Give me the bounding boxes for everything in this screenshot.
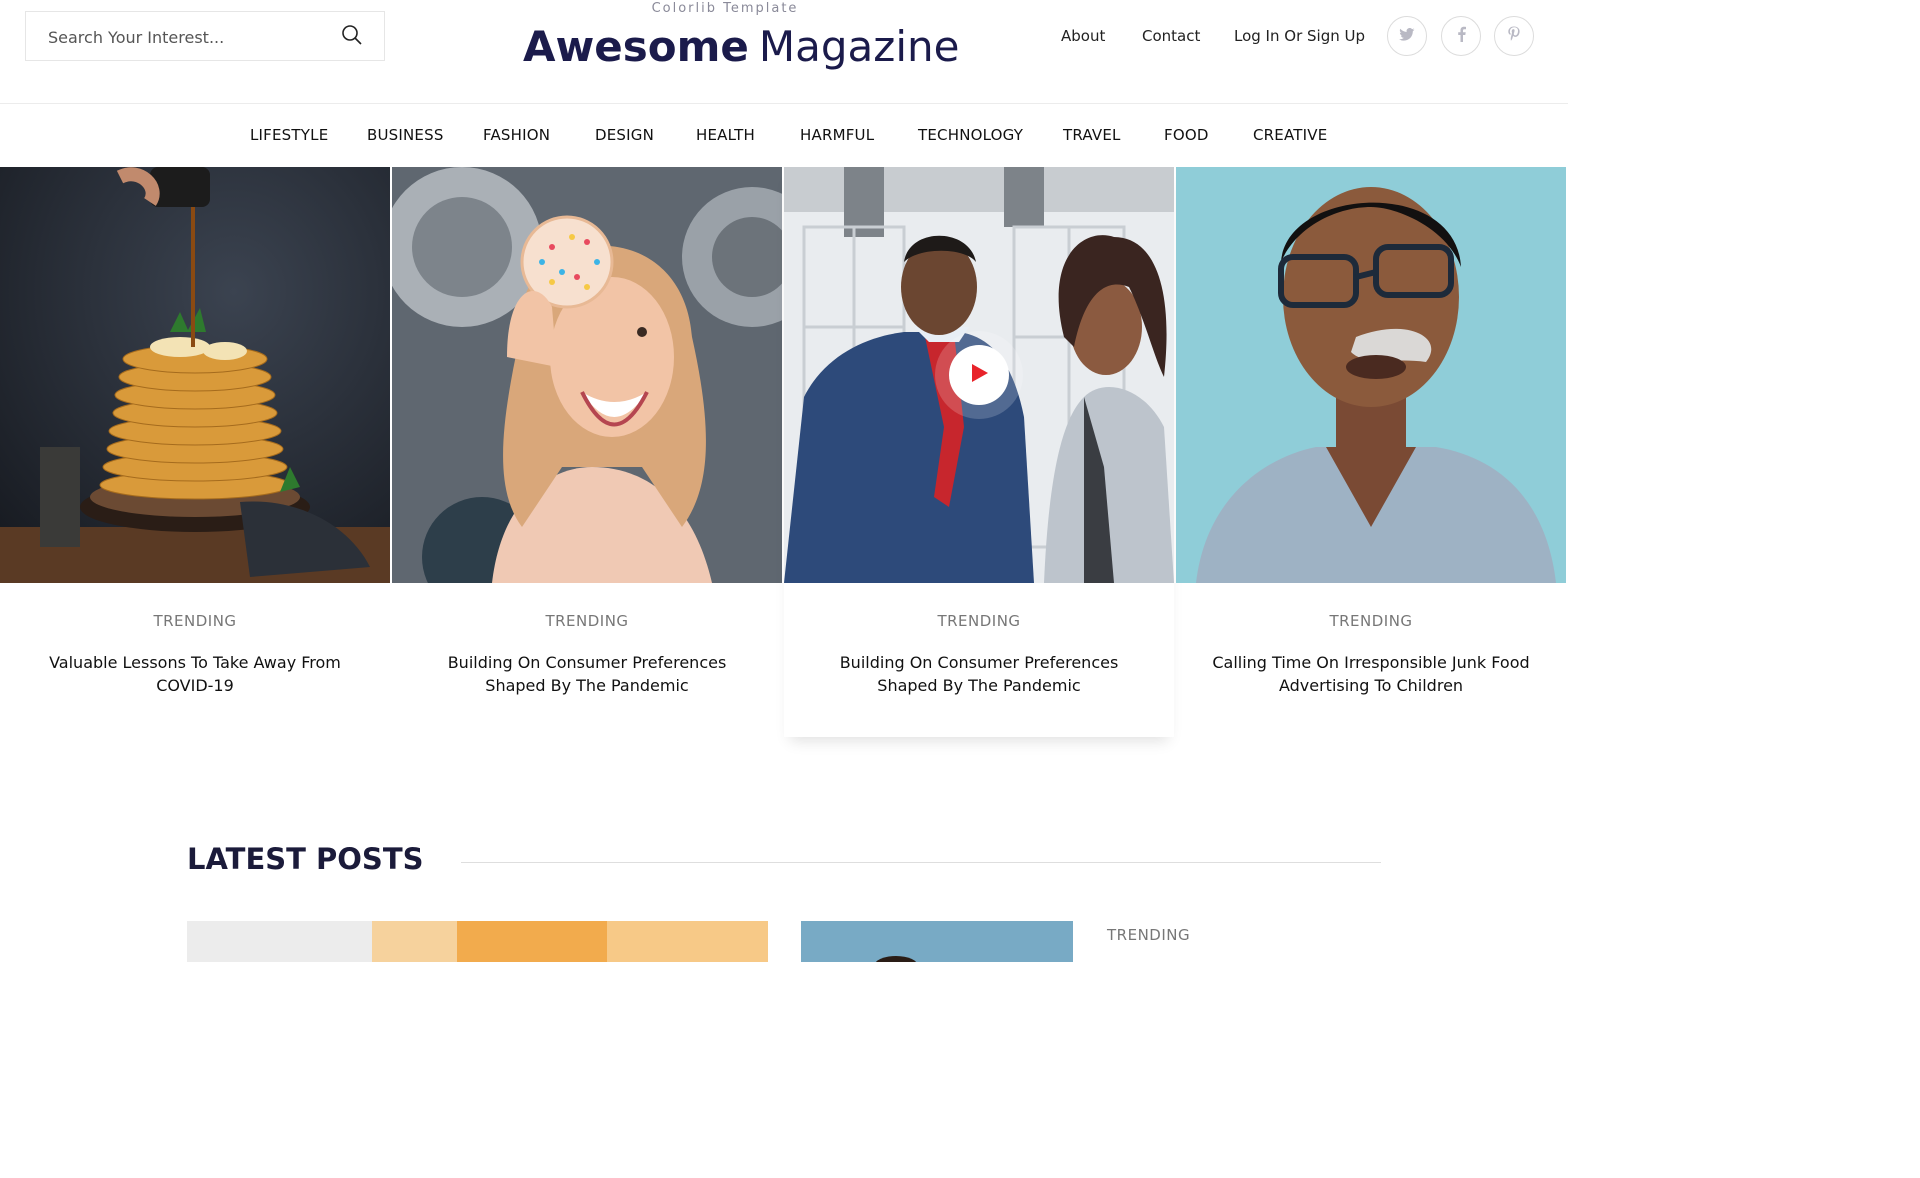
search-box [25,11,385,62]
latest-post-image[interactable] [801,921,1073,962]
card-title[interactable]: Valuable Lessons To Take Away From COVID… [25,651,365,697]
nav-item-harmful[interactable]: HARMFUL [800,126,874,144]
facebook-button[interactable] [1441,16,1481,56]
logo-bold-text: Awesome [523,22,749,71]
card-title[interactable]: Building On Consumer Preferences Shaped … [809,651,1149,697]
featured-card[interactable]: TRENDING Valuable Lessons To Take Away F… [0,167,390,737]
nav-item-creative[interactable]: CREATIVE [1253,126,1327,144]
twitter-button[interactable] [1387,16,1427,56]
latest-posts-heading: LATEST POSTS [187,842,424,876]
section-divider [461,862,1381,863]
latest-post-category[interactable]: TRENDING [1107,926,1190,944]
about-link[interactable]: About [1061,27,1105,45]
nav-item-food[interactable]: FOOD [1164,126,1209,144]
nav-item-lifestyle[interactable]: LIFESTYLE [250,126,328,144]
play-icon [969,362,989,388]
pinterest-icon [1507,26,1521,46]
search-input[interactable] [46,12,330,62]
card-category[interactable]: TRENDING [392,612,782,630]
nav-item-travel[interactable]: TRAVEL [1063,126,1121,144]
nav-item-technology[interactable]: TECHNOLOGY [918,126,1023,144]
card-category[interactable]: TRENDING [784,612,1174,630]
card-title[interactable]: Calling Time On Irresponsible Junk Food … [1201,651,1541,697]
facebook-icon [1457,26,1466,46]
card-category[interactable]: TRENDING [1176,612,1566,630]
contact-link[interactable]: Contact [1142,27,1200,45]
search-icon[interactable] [340,24,364,48]
header-divider [0,103,1568,104]
man-portrait-image[interactable] [1176,167,1566,583]
card-category[interactable]: TRENDING [0,612,390,630]
pancakes-image[interactable] [0,167,390,583]
site-logo[interactable]: Awesome Magazine [523,20,959,74]
pinterest-button[interactable] [1494,16,1534,56]
play-video-button[interactable] [949,345,1009,405]
nav-item-fashion[interactable]: FASHION [483,126,550,144]
donut-woman-image[interactable] [392,167,782,583]
latest-post-image[interactable] [187,921,768,962]
featured-card[interactable]: TRENDING Calling Time On Irresponsible J… [1176,167,1566,737]
nav-item-health[interactable]: HEALTH [696,126,755,144]
featured-card[interactable]: TRENDING Building On Consumer Preference… [392,167,782,737]
featured-card-video[interactable]: TRENDING Building On Consumer Preference… [784,167,1174,737]
nav-item-business[interactable]: BUSINESS [367,126,444,144]
twitter-icon [1399,27,1415,46]
login-signup-link[interactable]: Log In Or Sign Up [1234,27,1365,45]
nav-item-design[interactable]: DESIGN [595,126,654,144]
brand-tagline: Colorlib Template [651,1,799,16]
card-title[interactable]: Building On Consumer Preferences Shaped … [417,651,757,697]
logo-light-text: Magazine [758,22,960,71]
